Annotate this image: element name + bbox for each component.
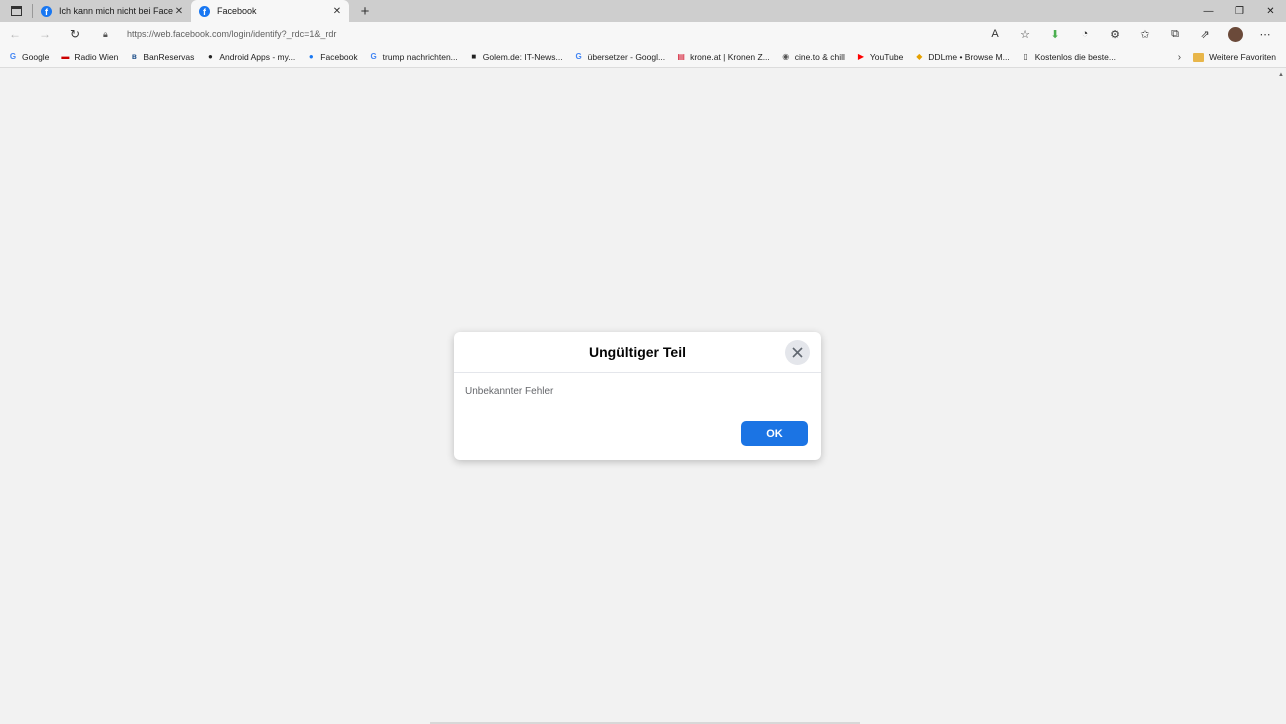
- error-dialog: Ungültiger Teil Unbekannter Fehler OK: [454, 332, 821, 460]
- bookmark-item[interactable]: ◉ cine.to & chill: [781, 52, 845, 62]
- page-icon: ▯: [1023, 52, 1028, 61]
- address-bar[interactable]: 🔒︎ https://web.facebook.com/login/identi…: [103, 25, 1018, 43]
- forward-button[interactable]: →: [30, 22, 60, 46]
- favorites-icon[interactable]: ✩: [1130, 28, 1160, 41]
- close-icon[interactable]: ✕: [331, 6, 343, 17]
- new-tab-button[interactable]: +: [353, 3, 377, 20]
- ddlme-icon: ◆: [916, 52, 923, 61]
- bookmark-item[interactable]: G Google: [8, 52, 50, 62]
- extension-icon[interactable]: ◔: [1070, 28, 1100, 40]
- bookmark-item[interactable]: ▬ Radio Wien: [60, 52, 118, 62]
- tab-facebook-help[interactable]: f Ich kann mich nicht bei Facebook ✕: [33, 0, 191, 22]
- ok-button[interactable]: OK: [741, 421, 808, 446]
- extension-download-icon[interactable]: ⬇: [1040, 28, 1070, 41]
- facebook-icon: f: [41, 5, 52, 17]
- share-icon[interactable]: ⇗: [1190, 28, 1220, 41]
- bookmark-item[interactable]: Gübersetzer - Googl...: [574, 52, 665, 62]
- youtube-icon: ▶: [857, 52, 864, 61]
- tab-title: Ich kann mich nicht bei Facebook: [59, 6, 173, 16]
- tab-strip: f Ich kann mich nicht bei Facebook ✕ f F…: [0, 0, 1286, 22]
- cine-icon: ◉: [782, 52, 790, 61]
- bookmark-item[interactable]: ◆ DDLme • Browse M...: [914, 52, 1009, 62]
- lock-icon: 🔒︎: [103, 28, 108, 39]
- back-button[interactable]: ←: [0, 22, 30, 46]
- facebook-icon: f: [199, 5, 210, 17]
- dialog-message: Unbekannter Fehler: [465, 386, 554, 397]
- dialog-title: Ungültiger Teil: [589, 344, 686, 360]
- orf-icon: ▬: [61, 52, 70, 61]
- dialog-header: Ungültiger Teil: [454, 332, 821, 373]
- close-window-button[interactable]: ✕: [1255, 0, 1286, 22]
- read-aloud-icon[interactable]: A: [980, 28, 1010, 40]
- bookmark-item[interactable]: ʙ BanReservas: [129, 52, 195, 62]
- chevron-right-icon[interactable]: ›: [1178, 52, 1181, 63]
- scroll-up-arrow[interactable]: ▲: [1278, 72, 1284, 78]
- bookmark-item[interactable]: ■ Golem.de: IT-News...: [469, 52, 562, 62]
- bookmark-item[interactable]: ▯ Kostenlos die beste...: [1021, 52, 1115, 62]
- android-apps-icon: ●: [207, 52, 213, 61]
- bookmark-item[interactable]: ▤ krone.at | Kronen Z...: [676, 52, 769, 62]
- google-icon: G: [575, 52, 582, 61]
- reload-button[interactable]: ↻: [60, 22, 90, 46]
- close-icon[interactable]: ✕: [173, 6, 185, 17]
- toolbar-icons: A ☆ ⬇ ◔ ⚙ ✩ ⧉ ⇗ ⋯: [980, 22, 1280, 46]
- facebook-icon: ●: [308, 52, 314, 61]
- bookmarks-overflow: › Weitere Favoriten: [1178, 46, 1276, 68]
- bookmarks-bar: G Google ▬ Radio Wien ʙ BanReservas ● Androi…: [0, 46, 1286, 68]
- add-favorite-icon[interactable]: ☆: [1010, 28, 1040, 41]
- avatar: [1227, 26, 1243, 42]
- tab-facebook[interactable]: f Facebook ✕: [191, 0, 349, 22]
- restore-button[interactable]: ❐: [1224, 0, 1255, 22]
- dialog-close-button[interactable]: [785, 340, 810, 365]
- close-icon: [792, 347, 803, 358]
- window-controls: — ❐ ✕: [1193, 0, 1286, 22]
- bookmark-item[interactable]: Gtrump nachrichten...: [369, 52, 458, 62]
- other-favorites-link[interactable]: Weitere Favoriten: [1209, 52, 1276, 62]
- tab-actions-button[interactable]: [0, 0, 32, 22]
- google-icon: G: [370, 52, 377, 61]
- address-toolbar: ← → ↻ 🔒︎ https://web.facebook.com/login/…: [0, 22, 1286, 46]
- krone-icon: ▤: [677, 52, 685, 61]
- bookmark-item[interactable]: ● Facebook: [306, 52, 358, 62]
- bookmark-item[interactable]: ● Android Apps - my...: [205, 52, 295, 62]
- tab-actions-icon: [10, 6, 22, 16]
- more-menu-icon[interactable]: ⋯: [1250, 28, 1280, 41]
- minimize-button[interactable]: —: [1193, 0, 1224, 22]
- tab-title: Facebook: [217, 6, 257, 16]
- collections-icon[interactable]: ⧉: [1160, 28, 1190, 41]
- google-icon: G: [9, 52, 17, 61]
- banreservas-icon: ʙ: [131, 52, 137, 61]
- bookmark-item[interactable]: ▶ YouTube: [856, 52, 903, 62]
- golem-icon: ■: [471, 52, 477, 61]
- folder-icon: [1193, 52, 1205, 62]
- extensions-icon[interactable]: ⚙: [1100, 28, 1130, 41]
- profile-avatar[interactable]: [1220, 26, 1250, 42]
- url-text: https://web.facebook.com/login/identify?…: [127, 29, 337, 39]
